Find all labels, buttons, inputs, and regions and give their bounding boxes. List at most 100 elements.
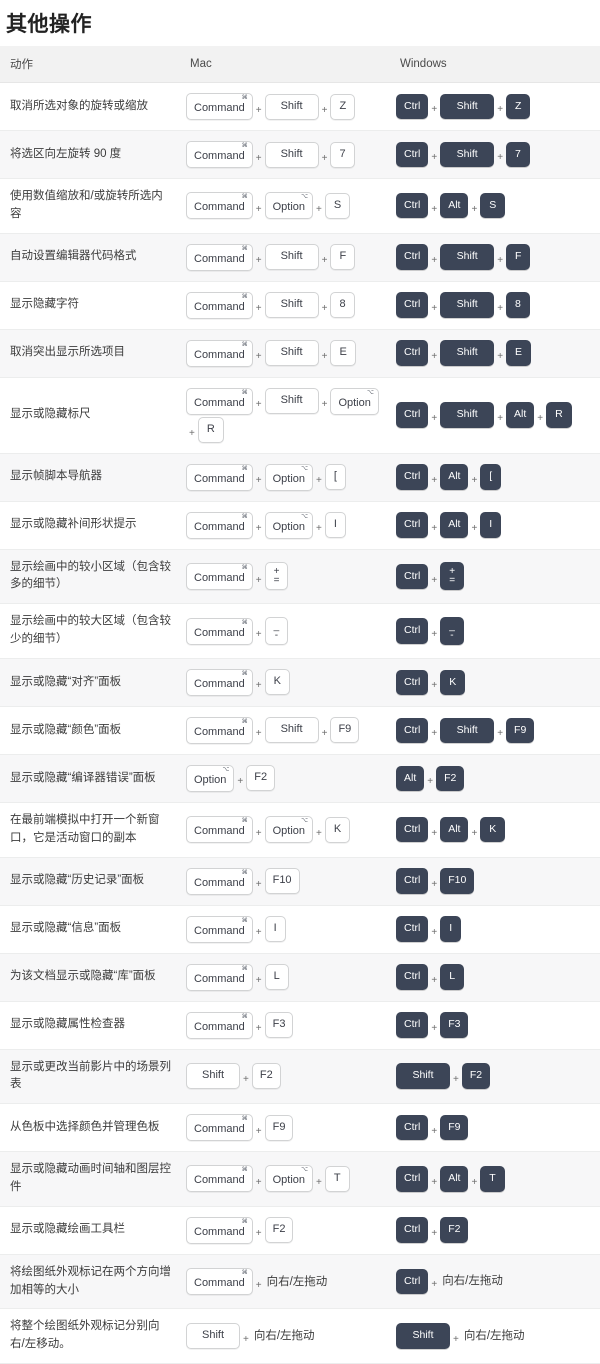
command-symbol-icon: ⌘ bbox=[241, 869, 248, 876]
key-cap: Ctrl bbox=[396, 563, 429, 590]
key-cap: F9 bbox=[264, 1114, 294, 1141]
key-cap-label: Option bbox=[272, 520, 306, 533]
key-separator-plus: + bbox=[431, 1125, 438, 1137]
key-cap: ⌘ Command bbox=[186, 562, 253, 590]
key-sequence: Shift + 向右/左拖动 bbox=[396, 1322, 592, 1350]
key-cap: K bbox=[440, 669, 466, 696]
key-sequence: Ctrl + Shift + E bbox=[396, 339, 592, 367]
key-cap-label: F3 bbox=[448, 1018, 461, 1031]
key-separator-plus: + bbox=[453, 1334, 459, 1346]
key-separator-plus: + bbox=[255, 1228, 262, 1240]
key-separator-plus: + bbox=[321, 351, 328, 363]
command-symbol-icon: ⌘ bbox=[241, 564, 248, 571]
mac-shortcut-cell: Shift + 向右/左拖动 bbox=[180, 1309, 390, 1364]
key-cap: Z bbox=[330, 93, 356, 120]
command-symbol-icon: ⌘ bbox=[241, 341, 248, 348]
key-cap: Ctrl bbox=[396, 1114, 429, 1141]
key-cap-label: Command bbox=[194, 1225, 245, 1238]
key-separator-plus: + bbox=[471, 827, 478, 839]
key-separator-plus: + bbox=[431, 1279, 438, 1291]
key-cap-label: F2 bbox=[469, 1069, 483, 1082]
mac-shortcut-cell: ⌘ Command + 向右/左拖动 bbox=[180, 1254, 390, 1309]
key-cap-label: Command bbox=[194, 520, 245, 533]
mac-shortcut-cell: ⌘ Command + ⌥ Option + T bbox=[180, 1152, 390, 1207]
key-cap: Alt bbox=[440, 1166, 469, 1192]
key-cap: Alt bbox=[440, 464, 469, 490]
mac-shortcut-cell: ⌘ Command + F10 bbox=[180, 857, 390, 905]
key-cap-label: Shift bbox=[280, 250, 303, 263]
key-separator-plus: + bbox=[427, 776, 434, 788]
key-cap-label: Ctrl bbox=[404, 518, 421, 531]
shortcut-action-label: 自动设置编辑器代码格式 bbox=[10, 250, 137, 263]
key-cap-label: Alt bbox=[448, 518, 461, 531]
key-separator-plus: + bbox=[431, 475, 438, 487]
shortcut-action-label: 显示或隐藏属性检查器 bbox=[10, 1018, 125, 1031]
key-separator-plus: + bbox=[189, 427, 195, 439]
table-row: 为该文档显示或隐藏“库”面板 ⌘ Command + L Ctrl + L bbox=[0, 953, 600, 1002]
command-symbol-icon: ⌘ bbox=[241, 670, 248, 677]
key-cap: Shift bbox=[440, 402, 495, 428]
key-cap: ⌥ Option bbox=[186, 764, 235, 792]
key-cap-label: I bbox=[449, 922, 453, 935]
key-cap: I bbox=[480, 512, 502, 538]
key-separator-plus: + bbox=[471, 475, 478, 487]
key-separator-plus: + bbox=[255, 399, 262, 411]
key-cap-label: Ctrl bbox=[404, 1223, 421, 1236]
key-cap: F10 bbox=[264, 868, 300, 895]
key-separator-plus: + bbox=[316, 827, 322, 839]
key-cap-label: Shift bbox=[456, 298, 478, 311]
key-cap: Ctrl bbox=[396, 868, 429, 894]
command-symbol-icon: ⌘ bbox=[241, 95, 248, 101]
key-sequence: ⌘ Command + F10 bbox=[186, 867, 382, 896]
table-row: 显示或隐藏“对齐”面板 ⌘ Command + K Ctrl + K bbox=[0, 658, 600, 707]
table-row: 显示或隐藏“颜色”面板 ⌘ Command + Shift + F9 Ctrl + Shift + F… bbox=[0, 706, 600, 755]
key-cap: Shift bbox=[264, 141, 319, 168]
key-cap-label: Ctrl bbox=[404, 198, 421, 211]
key-cap: 8 bbox=[506, 292, 530, 318]
key-cap-label: Command bbox=[194, 102, 245, 114]
key-cap: Shift bbox=[186, 1063, 240, 1090]
key-cap-label: Option bbox=[272, 201, 306, 214]
shortcut-action-label: 将整个绘图纸外观标记分别向右/左移动。 bbox=[10, 1320, 160, 1351]
key-cap: ⌥ Option bbox=[264, 192, 314, 220]
key-sequence: ⌘ Command + _ - bbox=[186, 616, 382, 646]
key-cap-label: Shift bbox=[456, 723, 478, 736]
shortcut-action-label: 在最前端模拟中打开一个新窗口，它是活动窗口的副本 bbox=[10, 813, 160, 844]
key-cap-label: Command bbox=[194, 825, 245, 838]
key-separator-plus: + bbox=[243, 1334, 249, 1346]
key-sequence: Alt + F2 bbox=[396, 765, 592, 793]
key-separator-plus: + bbox=[431, 203, 438, 215]
mac-shortcut-cell: ⌘ Command + K bbox=[180, 658, 390, 706]
shortcut-action-label: 显示隐藏字符 bbox=[10, 298, 79, 311]
key-cap-label: 7 bbox=[339, 147, 346, 160]
key-sequence: ⌘ Command + 向右/左拖动 bbox=[186, 1267, 382, 1296]
key-cap: ⌘ Command bbox=[186, 1165, 253, 1193]
key-cap-label: [ bbox=[489, 470, 493, 483]
key-cap-label: I bbox=[333, 518, 337, 531]
key-cap: Alt bbox=[440, 192, 469, 219]
key-cap: I bbox=[440, 916, 462, 942]
key-separator-plus: + bbox=[471, 523, 478, 535]
key-cap-glyph: _ - bbox=[264, 617, 289, 646]
table-body: 取消所选对象的旋转或缩放 ⌘ Command + Shift + Z Ctrl + Shift + Z… bbox=[0, 82, 600, 1364]
key-cap-label: Shift bbox=[201, 1069, 224, 1082]
key-cap-label: Command bbox=[194, 725, 245, 738]
key-cap: T bbox=[324, 1165, 350, 1192]
key-cap-label: Command bbox=[194, 1277, 245, 1290]
key-cap: F10 bbox=[440, 868, 475, 894]
key-cap-label: Command bbox=[194, 626, 245, 639]
key-cap-label: Command bbox=[194, 300, 245, 313]
key-cap: S bbox=[480, 192, 506, 219]
key-cap: Shift bbox=[264, 717, 319, 744]
key-cap-label: Alt bbox=[514, 408, 527, 421]
key-cap: ⌥ Option bbox=[264, 463, 314, 491]
key-sequence: ⌘ Command + + = bbox=[186, 561, 382, 591]
key-sequence: Ctrl + I bbox=[396, 915, 592, 943]
key-cap-label: Ctrl bbox=[404, 1172, 421, 1185]
windows-shortcut-cell: Ctrl + L bbox=[390, 953, 600, 1001]
mac-shortcut-cell: ⌘ Command + F3 bbox=[180, 1001, 390, 1049]
shortcut-action-label: 显示或隐藏动画时间轴和图层控件 bbox=[10, 1163, 171, 1193]
key-cap: Ctrl bbox=[396, 1268, 429, 1295]
key-cap: Ctrl bbox=[396, 93, 429, 120]
key-cap-label: Ctrl bbox=[404, 1018, 421, 1031]
